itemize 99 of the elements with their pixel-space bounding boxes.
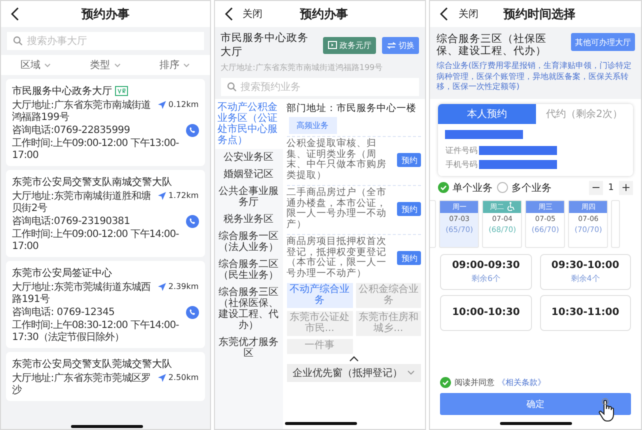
phone-icon[interactable] xyxy=(186,215,199,228)
location-arrow-icon xyxy=(158,192,166,200)
hall-phone: 咨询电话:0769-22835999 xyxy=(12,124,130,136)
collapse-icon[interactable] xyxy=(349,356,359,362)
phone-icon[interactable] xyxy=(186,306,199,319)
slot-remaining: 剩余4个 xyxy=(570,272,600,284)
quantity-value: 1 xyxy=(607,182,615,192)
window-dropdown[interactable]: 企业优先窗（抵押登记） xyxy=(286,364,422,382)
chevron-down-icon xyxy=(114,62,121,68)
filter-dropdown[interactable]: 排序 xyxy=(159,58,190,72)
department-address: 部门地址：市民服务中心一楼 xyxy=(286,102,417,115)
hall-phone: 咨询电话:0769-23190381 xyxy=(12,216,130,228)
search-icon xyxy=(226,82,237,92)
category-tag[interactable]: 不动产综合业务 xyxy=(286,283,352,308)
location-arrow-icon xyxy=(158,374,166,382)
distance: 2.50km xyxy=(168,373,199,382)
back-icon[interactable] xyxy=(11,7,19,21)
sidebar-item[interactable]: 婚姻登记区 xyxy=(214,166,283,183)
radio-checked-icon[interactable] xyxy=(438,182,450,193)
hall-phone: 咨询电话: 0769-12345 xyxy=(12,306,115,318)
close-link[interactable]: 关闭 xyxy=(458,7,478,21)
hall-name: 市民服务中心政务大厅 xyxy=(12,84,112,98)
page-title: 预约办事 xyxy=(80,6,130,22)
sidebar-item[interactable]: 公安业务区 xyxy=(214,149,283,166)
chevron-down-icon xyxy=(407,370,416,375)
time-slot[interactable]: 09:00-09:30 剩余6个 xyxy=(440,254,532,290)
slot-time: 10:00-10:30 xyxy=(452,307,520,318)
hall-card[interactable]: 市民服务中心政务大厅 大厅地址:广东省东莞市南城街道鸿福路199号 0.12km 咨询电话:0769-22835999 工作时间:上午09:00-12:00 下午13:00-17:00 xyxy=(6,79,205,166)
service-name: 公积金提取审核、归集、证明类业务（周末、中午只做本市购房类提取） xyxy=(286,139,388,181)
hall-card[interactable]: 东莞市公安局交警支队莞城交警大队 大厅地址:广东省东莞市莞城区罗沙 2.50km xyxy=(6,352,205,401)
increase-button[interactable]: + xyxy=(618,180,633,194)
sidebar-item[interactable]: 综合服务二区（民生业务） xyxy=(214,256,283,284)
booking-tab[interactable]: 本人预约 xyxy=(438,104,536,124)
category-tab[interactable]: 高频业务 xyxy=(288,117,337,134)
slot-time: 09:30-10:00 xyxy=(551,260,620,270)
distance: 0.12km xyxy=(168,100,199,109)
agreement-text: 阅读并同意 xyxy=(454,376,494,388)
switch-icon xyxy=(387,42,396,48)
radio-button[interactable] xyxy=(497,182,508,193)
hall-name: 东莞市公安局签证中心 xyxy=(12,266,112,280)
chevron-down-icon xyxy=(183,62,190,68)
time-slot[interactable]: 10:30-11:00 xyxy=(540,294,631,330)
checkbox-checked-icon[interactable] xyxy=(440,376,452,388)
hall-address: 大厅地址:广东省东莞市南城街道鸿福路199号 xyxy=(220,62,384,73)
chevron-down-icon xyxy=(44,62,52,68)
screen-icon xyxy=(328,41,338,49)
sidebar-item[interactable]: 东莞优才服务区 xyxy=(214,334,283,362)
decrease-button[interactable]: − xyxy=(588,180,603,194)
service-name: 二手商品房过户（全市通办楼盘，本市公证，限一人一号办理一不动产） xyxy=(286,188,388,230)
filter-dropdown[interactable]: 区域 xyxy=(20,58,52,72)
distance: 1.72km xyxy=(168,191,199,200)
book-button[interactable]: 预约 xyxy=(397,251,422,265)
search-icon xyxy=(13,36,23,46)
slot-time: 09:00-09:30 xyxy=(452,260,520,270)
back-icon[interactable] xyxy=(440,7,448,21)
hall-name: 市民服务中心政务大厅 xyxy=(220,31,310,59)
home-indicator xyxy=(71,425,143,428)
time-slot[interactable]: 09:30-10:00 剩余4个 xyxy=(540,254,631,290)
sidebar-item[interactable]: 税务业务区 xyxy=(214,211,283,228)
location-arrow-icon xyxy=(158,100,166,108)
hall-address: 大厅地址:东莞市南城街道胜和塘贝街2号 xyxy=(12,191,152,214)
sidebar-item[interactable]: 公共企事业服务厅 xyxy=(214,183,283,211)
field-label: 证件号码 xyxy=(445,144,478,156)
page-title: 预约办事 xyxy=(298,6,349,22)
sidebar-item[interactable]: 不动产公积金业务区（公证处市民中心服务点） xyxy=(214,99,283,149)
book-button[interactable]: 预约 xyxy=(397,202,422,216)
time-slot[interactable]: 10:00-10:30 xyxy=(440,294,532,330)
page-title: 预约时间选择 xyxy=(502,6,577,22)
book-button[interactable]: 预约 xyxy=(397,153,422,167)
hall-name: 东莞市公安局交警支队南城交警大队 xyxy=(12,176,172,189)
hall-card[interactable]: 东莞市公安局交警支队南城交警大队 大厅地址:东莞市南城街道胜和塘贝街2号 1.72km 咨询电话:0769-23190381 工作时间:上午09:00-12:00 下午14:00-17:00 xyxy=(6,170,205,257)
hall-hours: 工作时间:上午09:00-12:00 下午14:00-17:00 xyxy=(12,229,180,252)
hall-name: 东莞市公安局交警支队莞城交警大队 xyxy=(12,358,172,371)
zone-name: 综合服务三区（社保医保、建设工程、代办） xyxy=(436,33,548,57)
hall-address: 大厅地址:广东省东莞市莞城区罗沙 xyxy=(12,373,152,396)
close-link[interactable]: 关闭 xyxy=(242,7,263,21)
sidebar-item[interactable]: 综合服务一区（法人业务） xyxy=(214,228,283,256)
distance: 2.39km xyxy=(168,282,199,291)
terms-link[interactable]: 《相关条款》 xyxy=(497,376,546,388)
location-arrow-icon xyxy=(158,282,166,290)
hall-card[interactable]: 东莞市公安局签证中心 大厅地址:东莞市莞城街道东城西路191号 2.39km 咨询电话: 0769-12345 工作时间:上午08:30-12:00 下午14:00-17:30（法定节假日除外） xyxy=(6,261,205,348)
service-name: 商品房项目抵押权首次登记，抵押权变更登记（本市公证，限一人一号办理一不动产） xyxy=(286,237,388,279)
hall-hours: 工作时间:上午08:30-12:00 下午14:00-17:30（法定节假日除外） xyxy=(12,320,180,343)
hall-button[interactable]: 政务元厅 xyxy=(323,36,376,54)
field-label: 手机号码 xyxy=(445,158,478,170)
option-label: 单个业务 xyxy=(452,182,492,194)
hall-hours: 工作时间:上午09:00-12:00 下午13:00-17:00 xyxy=(12,138,180,161)
hall-address: 大厅地址:广东省东莞市南城街道鸿福路199号 xyxy=(12,100,152,123)
phone-icon[interactable] xyxy=(186,124,199,137)
slot-time: 10:30-11:00 xyxy=(551,307,620,318)
wheelchair-icon xyxy=(506,202,515,211)
sidebar-item[interactable]: 综合服务三区（社保医保、建设工程、代办） xyxy=(214,284,283,334)
slot-remaining: 剩余6个 xyxy=(471,272,501,284)
hall-address: 大厅地址:东莞市莞城街道东城西路191号 xyxy=(12,282,152,305)
option-label: 多个业务 xyxy=(511,182,552,194)
service-description: 综合业务(医疗费用零星报销，生育津贴申领，门诊特定病种管理，医保个账管理，异地就医备案，医保关系转移，医保一次性定额等) xyxy=(436,61,632,92)
back-icon[interactable] xyxy=(224,7,233,21)
filter-dropdown[interactable]: 类型 xyxy=(90,58,121,72)
hand-cursor-icon xyxy=(596,398,617,422)
